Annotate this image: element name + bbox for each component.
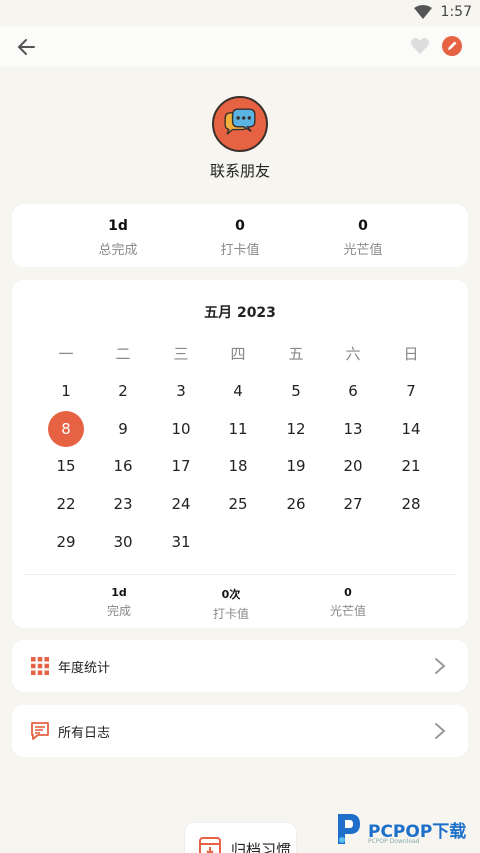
archive-habit-button[interactable]: 归档习惯	[184, 822, 297, 853]
stat-value: 1d	[108, 218, 128, 234]
archive-icon	[199, 837, 221, 853]
back-arrow-icon[interactable]	[14, 34, 40, 60]
calendar-day[interactable]: 1	[48, 373, 84, 409]
calendar-day[interactable]: 20	[335, 448, 371, 484]
calendar-day[interactable]: 12	[278, 411, 314, 447]
calendar-day[interactable]: 31	[163, 524, 199, 560]
month-stat-label: 光芒值	[329, 604, 366, 618]
calendar-day[interactable]: 13	[335, 411, 371, 447]
calendar-day[interactable]: 5	[278, 373, 314, 409]
calendar-day[interactable]: 19	[278, 448, 314, 484]
calendar-day[interactable]: 6	[335, 373, 371, 409]
stat-label: 总完成	[98, 243, 138, 258]
calendar-day[interactable]: 2	[105, 373, 141, 409]
month-stat-label: 打卡值	[212, 607, 249, 621]
chevron-right-icon	[435, 723, 446, 739]
all-diaries-label: 所有日志	[58, 726, 111, 741]
calendar-day[interactable]: 18	[220, 448, 256, 484]
calendar-weekday: 二	[115, 345, 131, 363]
yearly-stats-label: 年度统计	[58, 661, 111, 676]
calendar-weekday: 六	[345, 345, 361, 363]
yearly-stats-row[interactable]: 年度统计	[12, 640, 468, 692]
month-stat-checkin: 0次 打卡值	[181, 586, 281, 622]
calendar-day[interactable]: 25	[220, 486, 256, 522]
chat-bubbles-icon	[224, 108, 256, 135]
month-stat-value: 1d	[111, 586, 127, 599]
stat-value: 0	[235, 218, 245, 234]
status-bar: 1:57	[0, 0, 480, 26]
calendar-day[interactable]: 14	[393, 411, 429, 447]
month-stat-label: 完成	[106, 604, 131, 618]
calendar-month-title: 五月 2023	[204, 305, 276, 321]
all-diaries-row[interactable]: 所有日志	[12, 705, 468, 757]
archive-habit-label: 归档习惯	[231, 841, 292, 853]
edit-button[interactable]	[442, 36, 462, 56]
stats-card: 1d 总完成 0 打卡值 0 光芒值	[12, 204, 468, 267]
calendar-weekday: 日	[403, 345, 419, 363]
calendar-day[interactable]: 23	[105, 486, 141, 522]
calendar-day[interactable]: 10	[163, 411, 199, 447]
calendar-day[interactable]: 15	[48, 448, 84, 484]
month-stat-completed: 1d 完成	[69, 586, 169, 619]
calendar-day[interactable]: 9	[105, 411, 141, 447]
calendar-day[interactable]: 7	[393, 373, 429, 409]
stat-checkin-value: 0 打卡值	[180, 218, 300, 258]
pcpop-logo-icon	[338, 814, 360, 844]
calendar-day[interactable]: 26	[278, 486, 314, 522]
calendar-day[interactable]: 11	[220, 411, 256, 447]
habit-title: 联系朋友	[209, 162, 270, 180]
month-stat-shine: 0 光芒值	[298, 586, 398, 619]
calendar-day[interactable]: 3	[163, 373, 199, 409]
calendar-day[interactable]: 29	[48, 524, 84, 560]
calendar-day[interactable]: 22	[48, 486, 84, 522]
chevron-right-icon	[435, 658, 446, 674]
comment-list-icon	[31, 722, 49, 740]
calendar-day[interactable]: 17	[163, 448, 199, 484]
grid-icon	[31, 657, 49, 675]
calendar-day[interactable]: 16	[105, 448, 141, 484]
stat-label: 打卡值	[220, 243, 260, 258]
stat-label: 光芒值	[343, 243, 383, 258]
stat-shine-value: 0 光芒值	[303, 218, 423, 258]
stat-value: 0	[358, 218, 368, 234]
calendar-day[interactable]: 28	[393, 486, 429, 522]
calendar-weekday: 四	[230, 345, 246, 363]
stat-total-completed: 1d 总完成	[58, 218, 178, 258]
pcpop-watermark: PCPOP下载 PCPOP Download	[332, 808, 480, 853]
wifi-icon	[414, 5, 432, 19]
calendar-card: 五月 2023 1d 完成 0次 打卡值 0 光芒值 一二三四五六日123456…	[12, 280, 468, 628]
calendar-day[interactable]: 24	[163, 486, 199, 522]
calendar-weekday: 三	[173, 345, 189, 363]
month-stat-value: 0	[344, 586, 352, 599]
heart-icon[interactable]	[410, 36, 430, 56]
habit-icon	[212, 96, 268, 152]
calendar-day[interactable]: 27	[335, 486, 371, 522]
calendar-day[interactable]: 30	[105, 524, 141, 560]
app-bar	[0, 26, 480, 66]
month-stat-value: 0次	[221, 588, 241, 601]
calendar-day[interactable]: 8	[48, 411, 84, 447]
calendar-weekday: 一	[58, 345, 74, 363]
status-time: 1:57	[440, 4, 472, 20]
calendar-day[interactable]: 4	[220, 373, 256, 409]
calendar-day[interactable]: 21	[393, 448, 429, 484]
divider	[24, 574, 456, 575]
pencil-icon	[448, 41, 457, 50]
watermark-sub: PCPOP Download	[368, 838, 420, 845]
calendar-weekday: 五	[288, 345, 304, 363]
